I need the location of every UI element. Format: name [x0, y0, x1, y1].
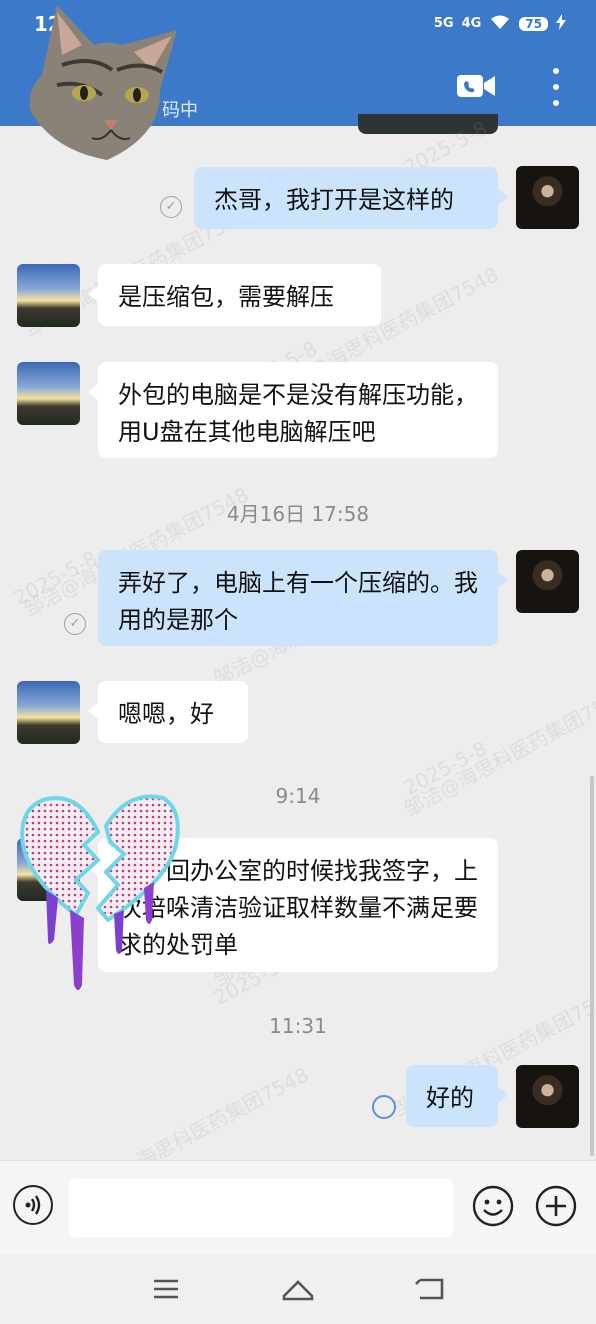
watermark: 2025-5-8	[9, 546, 102, 610]
message-bubble[interactable]: 嗯嗯，好	[88, 681, 248, 743]
network-5g-icon: 5G	[433, 16, 454, 31]
network-4g-icon: 4G	[461, 16, 482, 31]
avatar[interactable]	[17, 681, 80, 744]
avatar[interactable]	[516, 550, 579, 613]
avatar[interactable]	[17, 264, 80, 327]
home-icon	[282, 1280, 314, 1301]
emoji-icon	[472, 1185, 514, 1227]
scrollbar[interactable]	[590, 776, 594, 1156]
read-status-icon: ✓	[160, 196, 182, 218]
battery-indicator: 75	[519, 16, 548, 31]
message-input[interactable]	[69, 1179, 453, 1237]
timestamp: 4月16日 17:58	[226, 502, 370, 526]
menu-button[interactable]	[146, 1272, 186, 1306]
charging-icon	[556, 14, 566, 33]
plus-icon	[535, 1185, 577, 1227]
avatar[interactable]	[17, 362, 80, 425]
system-nav-bar	[0, 1254, 596, 1324]
message-bubble[interactable]: 外包的电脑是不是没有解压功能，用U盘在其他电脑解压吧	[88, 362, 498, 458]
video-call-button[interactable]	[456, 72, 496, 100]
back-icon	[415, 1278, 444, 1300]
voice-input-button[interactable]	[13, 1185, 53, 1225]
back-button[interactable]	[410, 1272, 450, 1306]
chat-area[interactable]: 邹洁@海思科医药集团7548 邹洁@海思科医药集团7548 2025-5-8 2…	[0, 116, 596, 1201]
message-bubble[interactable]: 是压缩包，需要解压	[88, 264, 381, 326]
message-bubble[interactable]: 杰哥，我打开是这样的	[194, 167, 508, 229]
more-vertical-icon	[553, 68, 559, 74]
home-button[interactable]	[278, 1272, 318, 1306]
sending-status-icon	[372, 1095, 396, 1119]
read-status-icon: ✓	[64, 613, 86, 635]
emoji-button[interactable]	[472, 1185, 514, 1227]
wifi-icon	[489, 14, 511, 33]
status-bar-icons: 5G 4G 75	[434, 14, 566, 33]
avatar[interactable]	[516, 1065, 579, 1128]
message-bubble[interactable]: 好的	[406, 1065, 508, 1127]
voice-icon	[25, 1195, 41, 1215]
menu-icon	[154, 1279, 178, 1299]
timestamp: 11:31	[269, 1014, 327, 1038]
video-camera-icon	[457, 75, 495, 97]
message-input-bar	[0, 1160, 596, 1255]
broken-heart-sticker	[20, 794, 180, 990]
more-functions-button[interactable]	[535, 1185, 577, 1227]
more-options-button[interactable]	[546, 68, 566, 106]
avatar[interactable]	[516, 166, 579, 229]
message-bubble[interactable]: 弄好了，电脑上有一个压缩的。我用的是那个	[98, 550, 508, 646]
